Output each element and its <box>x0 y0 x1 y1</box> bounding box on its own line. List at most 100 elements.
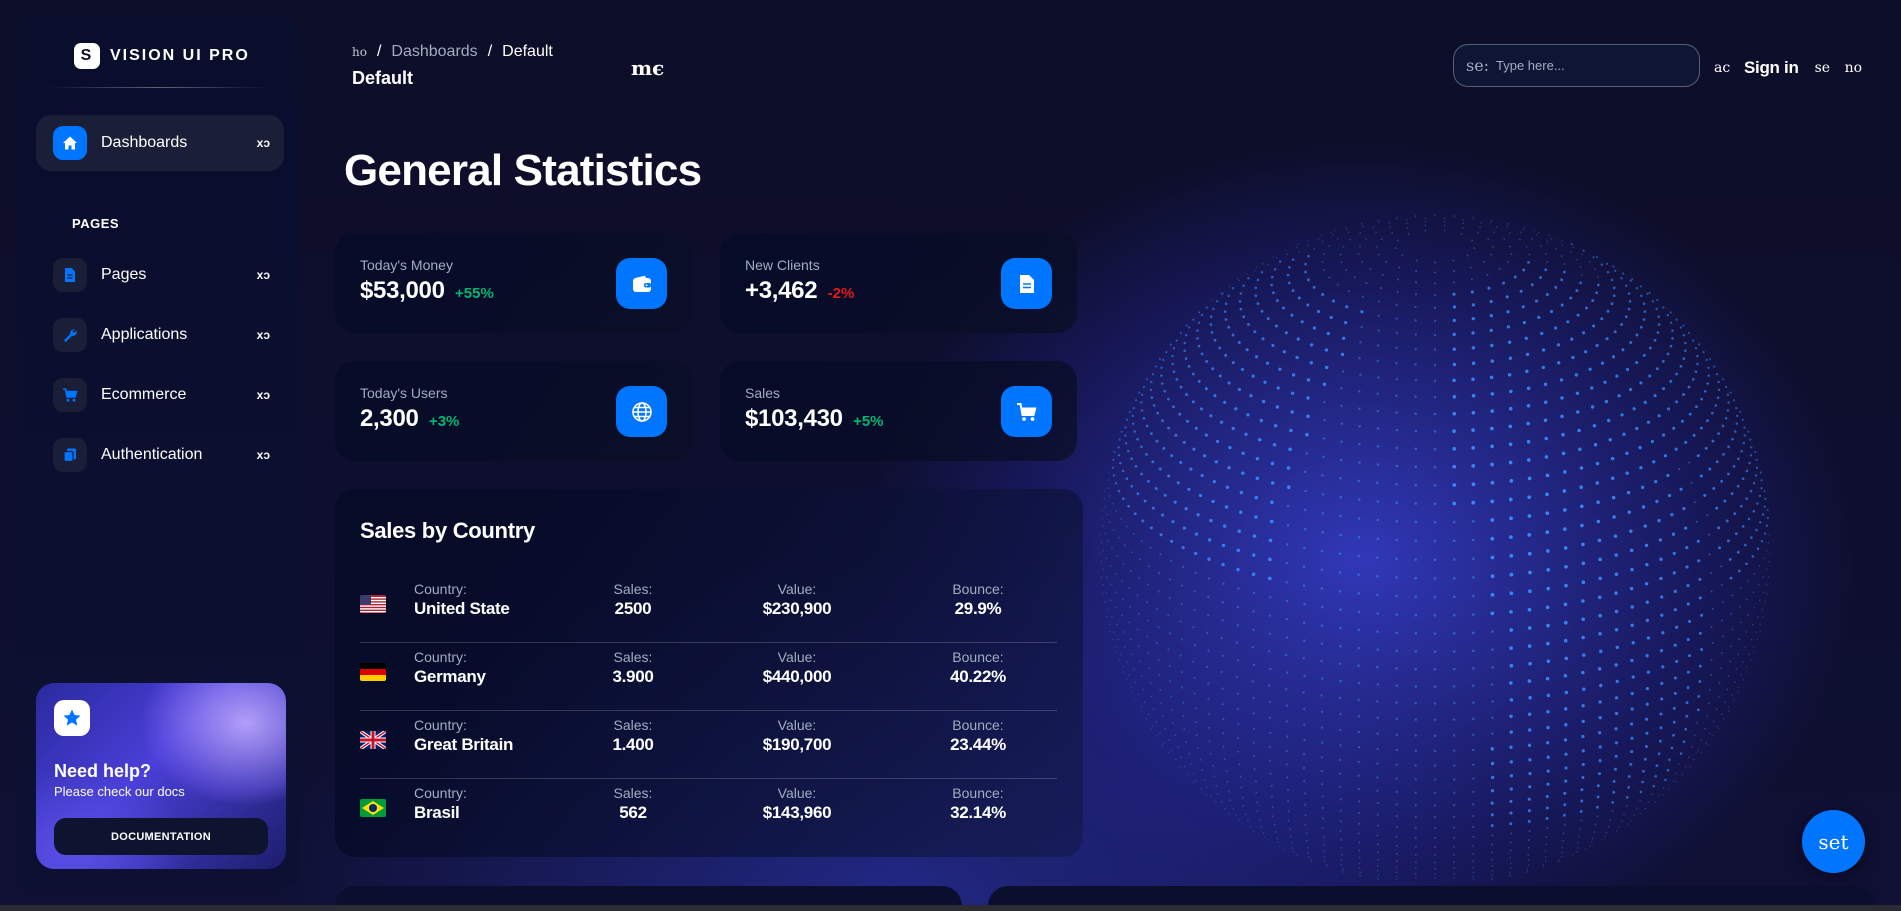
stat-value: 2,300 <box>360 405 419 432</box>
country-name: Germany <box>414 667 486 686</box>
value-amount: $440,000 <box>762 667 832 686</box>
bounce-cell: Bounce: 29.9% <box>952 581 1003 619</box>
bounce-cell: Bounce: 23.44% <box>950 717 1006 755</box>
value-label: Value: <box>777 649 817 665</box>
documentation-button[interactable]: DOCUMENTATION <box>54 818 268 855</box>
sales-value: 562 <box>619 803 647 822</box>
value-label: Value: <box>777 581 817 597</box>
stat-card-todays-money: Today's Money $53,000 +55% <box>335 233 692 333</box>
sales-value: 1.400 <box>612 735 654 754</box>
sidebar-item-label: Ecommerce <box>101 386 187 403</box>
sales-label: Sales: <box>613 785 653 801</box>
brand-divider <box>48 87 269 88</box>
breadcrumb-home[interactable]: ho <box>352 45 367 59</box>
bounce-label: Bounce: <box>952 581 1004 597</box>
window-bottom-edge <box>0 905 1901 911</box>
country-label: Country: <box>414 785 467 801</box>
search-icon: se: <box>1466 56 1488 75</box>
sales-value: 3.900 <box>612 667 654 686</box>
sales-value: 2500 <box>614 599 652 618</box>
de-flag-icon <box>360 663 386 681</box>
sidebar: S VISION UI PRO Dashboards xɔ PAGES Page… <box>18 15 299 890</box>
section-label-pages: PAGES <box>72 216 120 231</box>
value-cell: Value: $230,900 <box>763 581 832 619</box>
bounce-value: 40.22% <box>950 667 1006 686</box>
help-title: Need help? <box>54 761 152 781</box>
topbar-actions: ac Sign in se no <box>1714 58 1865 78</box>
country-cell: Country: Brasil <box>414 785 467 823</box>
bounce-value: 32.14% <box>950 803 1006 822</box>
sidebar-item-pages[interactable]: Pages xɔ <box>36 247 284 303</box>
value-amount: $230,900 <box>762 599 832 618</box>
country-label: Country: <box>414 649 467 665</box>
bounce-value: 23.44% <box>950 735 1006 754</box>
sidebar-item-label: Dashboards <box>101 134 188 151</box>
chevron-icon: xɔ <box>256 136 270 150</box>
brand-name: VISION UI PRO <box>110 47 250 64</box>
table-row: Country: United State Sales: 2500 Value: $230… <box>360 575 1057 643</box>
cart-icon <box>53 378 87 412</box>
sidebar-item-applications[interactable]: Applications xɔ <box>36 307 284 363</box>
sidebar-item-authentication[interactable]: Authentication xɔ <box>36 427 284 483</box>
brand-logo-icon: S <box>74 43 100 69</box>
stat-change: +5% <box>853 413 884 430</box>
br-flag-icon <box>360 799 386 817</box>
stat-change: +3% <box>428 413 460 430</box>
bounce-cell: Bounce: 40.22% <box>950 649 1006 687</box>
wallet-icon <box>616 258 667 309</box>
document-icon <box>53 258 87 292</box>
country-name: Great Britain <box>414 735 514 754</box>
help-subtitle: Please check our docs <box>54 784 185 799</box>
value-amount: $143,960 <box>762 803 832 822</box>
stat-card-new-clients: New Clients +3,462 -2% <box>720 233 1077 333</box>
breadcrumb-dashboards[interactable]: Dashboards <box>391 43 477 61</box>
country-label: Country: <box>414 717 467 733</box>
country-cell: Country: Great Britain <box>414 717 513 755</box>
page-title: General Statistics <box>344 146 702 195</box>
sales-label: Sales: <box>613 581 653 597</box>
country-cell: Country: Germany <box>414 649 486 687</box>
sales-cell: Sales: 3.900 <box>612 649 653 687</box>
sign-in-link[interactable]: Sign in <box>1744 58 1799 78</box>
bounce-label: Bounce: <box>952 649 1004 665</box>
document-icon <box>1001 258 1052 309</box>
bounce-cell: Bounce: 32.14% <box>950 785 1006 823</box>
search-box: se: <box>1453 44 1700 87</box>
menu-icon[interactable]: mє <box>631 56 664 80</box>
sales-cell: Sales: 562 <box>614 785 653 823</box>
chevron-icon: xɔ <box>256 448 270 462</box>
globe-illustration <box>1099 214 1771 880</box>
gb-flag-icon <box>360 731 386 749</box>
bounce-value: 29.9% <box>954 599 1002 618</box>
notifications-icon[interactable]: no <box>1845 60 1865 76</box>
wrench-icon <box>53 318 87 352</box>
value-cell: Value: $143,960 <box>763 785 832 823</box>
home-icon <box>53 126 87 160</box>
sales-label: Sales: <box>613 717 653 733</box>
help-card: Need help? Please check our docs DOCUMEN… <box>36 683 286 869</box>
breadcrumb-separator: / <box>376 43 382 60</box>
card-title: Sales by Country <box>360 518 535 543</box>
cart-icon <box>1001 386 1052 437</box>
brand[interactable]: S VISION UI PRO <box>74 43 250 69</box>
stat-change: -2% <box>827 285 855 302</box>
table-row: Country: Brasil Sales: 562 Value: $143,960 Bou… <box>360 779 1057 847</box>
search-input[interactable] <box>1496 58 1686 73</box>
settings-fab-button[interactable]: set <box>1802 810 1865 873</box>
sidebar-item-label: Pages <box>101 266 147 283</box>
settings-icon[interactable]: se <box>1815 60 1835 76</box>
account-icon[interactable]: ac <box>1714 60 1734 76</box>
sidebar-item-label: Authentication <box>101 446 203 463</box>
sidebar-item-ecommerce[interactable]: Ecommerce xɔ <box>36 367 284 423</box>
sales-cell: Sales: 1.400 <box>612 717 653 755</box>
country-name: United State <box>414 599 510 618</box>
sales-label: Sales: <box>613 649 653 665</box>
stat-value: +3,462 <box>745 277 818 304</box>
sales-cell: Sales: 2500 <box>614 581 653 619</box>
us-flag-icon <box>360 595 386 613</box>
page-subtitle: Default <box>352 68 414 88</box>
chevron-icon: xɔ <box>256 268 270 282</box>
sidebar-item-dashboards[interactable]: Dashboards xɔ <box>36 115 284 171</box>
stat-value: $103,430 <box>745 405 843 432</box>
table-row: Country: Great Britain Sales: 1.400 Value: $1… <box>360 711 1057 779</box>
